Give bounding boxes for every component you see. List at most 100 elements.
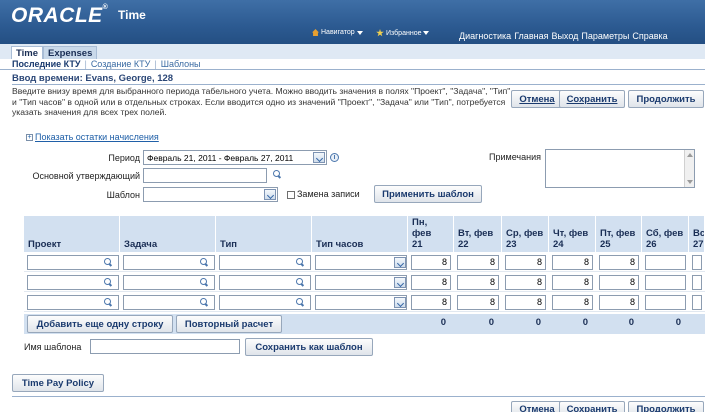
table-row: 88888 xyxy=(24,272,705,292)
hours-cell[interactable]: 8 xyxy=(457,255,499,270)
hours-cell[interactable]: 8 xyxy=(599,255,639,270)
subtab-templates[interactable]: Шаблоны xyxy=(161,59,201,69)
period-label: Период xyxy=(108,153,140,163)
col-task: Задача xyxy=(120,216,216,252)
recalculate-button[interactable]: Повторный расчет xyxy=(176,315,282,333)
chevron-down-icon[interactable] xyxy=(394,297,406,308)
hours-cell[interactable] xyxy=(692,255,702,270)
period-info-icon[interactable] xyxy=(330,153,339,162)
hours-cell[interactable] xyxy=(692,275,702,290)
day-total: 0 xyxy=(440,317,446,328)
favorites-icon xyxy=(376,29,384,37)
subtab-create[interactable]: Создание КТУ xyxy=(91,59,151,69)
chevron-down-icon[interactable] xyxy=(394,277,406,288)
search-icon[interactable] xyxy=(104,298,113,307)
hours-cell[interactable]: 8 xyxy=(552,255,593,270)
hours-cell[interactable]: 8 xyxy=(505,295,546,310)
cancel-button-bottom[interactable]: Отмена xyxy=(511,401,563,412)
search-icon[interactable] xyxy=(200,258,209,267)
hours-cell[interactable]: 8 xyxy=(411,295,451,310)
hours-cell[interactable] xyxy=(645,295,686,310)
hours-cell[interactable]: 8 xyxy=(457,295,499,310)
type-input[interactable] xyxy=(219,275,311,290)
add-row-button[interactable]: Добавить еще одну строку xyxy=(27,315,173,333)
chevron-down-icon xyxy=(423,31,430,35)
hours-cell[interactable] xyxy=(645,255,686,270)
search-icon[interactable] xyxy=(296,298,305,307)
project-input[interactable] xyxy=(27,295,119,310)
chevron-down-icon[interactable] xyxy=(313,152,325,163)
approver-input[interactable] xyxy=(143,168,267,183)
hours-type-select[interactable] xyxy=(315,275,407,290)
chevron-down-icon[interactable] xyxy=(264,189,276,200)
hours-cell[interactable]: 8 xyxy=(505,275,546,290)
instructions-text: Введите внизу время для выбранного перио… xyxy=(12,86,511,118)
hours-cell[interactable]: 8 xyxy=(599,275,639,290)
apply-template-button[interactable]: Применить шаблон xyxy=(374,185,482,203)
hours-cell[interactable]: 8 xyxy=(552,295,593,310)
overwrite-checkbox[interactable] xyxy=(287,191,295,199)
cancel-button[interactable]: Отмена xyxy=(511,90,563,108)
link-preferences[interactable]: Параметры xyxy=(581,31,629,41)
col-project: Проект xyxy=(24,216,120,252)
search-icon[interactable] xyxy=(296,278,305,287)
subtab-recent[interactable]: Последние КТУ xyxy=(12,59,80,69)
project-input[interactable] xyxy=(27,275,119,290)
hours-cell[interactable]: 8 xyxy=(599,295,639,310)
hours-cell[interactable]: 8 xyxy=(411,255,451,270)
task-input[interactable] xyxy=(123,275,215,290)
search-icon[interactable] xyxy=(200,298,209,307)
favorites-menu[interactable]: Избранное xyxy=(376,29,430,37)
col-day-thu: Чт, фев 24 xyxy=(549,216,596,252)
search-icon[interactable] xyxy=(200,278,209,287)
col-type: Тип xyxy=(216,216,312,252)
project-input[interactable] xyxy=(27,255,119,270)
search-icon[interactable] xyxy=(104,258,113,267)
notes-scrollbar[interactable] xyxy=(684,150,694,187)
chevron-down-icon[interactable] xyxy=(394,257,406,268)
continue-button-bottom[interactable]: Продолжить xyxy=(628,401,704,412)
time-entry-table: Проект Задача Тип Тип часов Пн, фев 21 Вт… xyxy=(24,216,705,336)
save-button[interactable]: Сохранить xyxy=(559,90,625,108)
subtab-separator: | xyxy=(84,59,87,69)
continue-button[interactable]: Продолжить xyxy=(628,90,704,108)
hours-type-select[interactable] xyxy=(315,255,407,270)
type-input[interactable] xyxy=(219,295,311,310)
template-select[interactable] xyxy=(143,187,278,202)
link-logout[interactable]: Выход xyxy=(551,31,578,41)
search-icon[interactable] xyxy=(104,278,113,287)
save-template-button[interactable]: Сохранить как шаблон xyxy=(245,338,373,356)
save-button-bottom[interactable]: Сохранить xyxy=(559,401,625,412)
hours-type-select[interactable] xyxy=(315,295,407,310)
show-balances-link[interactable]: + Показать остатки начисления xyxy=(26,132,159,142)
day-total: 0 xyxy=(582,317,588,328)
link-help[interactable]: Справка xyxy=(632,31,667,41)
search-icon[interactable] xyxy=(296,258,305,267)
hours-cell[interactable] xyxy=(692,295,702,310)
notes-textarea[interactable] xyxy=(545,149,695,188)
tab-expenses[interactable]: Expenses xyxy=(43,46,98,59)
template-name-label: Имя шаблона xyxy=(24,342,82,352)
hours-cell[interactable]: 8 xyxy=(411,275,451,290)
navigator-menu[interactable]: Навигатор xyxy=(312,29,363,36)
expand-icon: + xyxy=(26,134,33,142)
favorites-label: Избранное xyxy=(386,29,422,37)
hours-cell[interactable]: 8 xyxy=(505,255,546,270)
hours-cell[interactable]: 8 xyxy=(457,275,499,290)
template-name-input[interactable] xyxy=(90,339,240,354)
type-input[interactable] xyxy=(219,255,311,270)
task-input[interactable] xyxy=(123,255,215,270)
hours-cell[interactable]: 8 xyxy=(552,275,593,290)
search-icon[interactable] xyxy=(273,170,282,179)
subtab-separator: | xyxy=(154,59,157,69)
tab-time[interactable]: Time xyxy=(11,46,44,59)
period-select[interactable]: Февраль 21, 2011 - Февраль 27, 2011 xyxy=(143,150,327,165)
col-day-wed: Ср, фев 23 xyxy=(502,216,549,252)
col-hours-type: Тип часов xyxy=(312,216,408,252)
hours-cell[interactable] xyxy=(645,275,686,290)
task-input[interactable] xyxy=(123,295,215,310)
link-home[interactable]: Главная xyxy=(514,31,548,41)
time-pay-policy-button[interactable]: Time Pay Policy xyxy=(12,374,104,392)
day-total: 0 xyxy=(628,317,634,328)
link-diagnostics[interactable]: Диагностика xyxy=(459,31,511,41)
